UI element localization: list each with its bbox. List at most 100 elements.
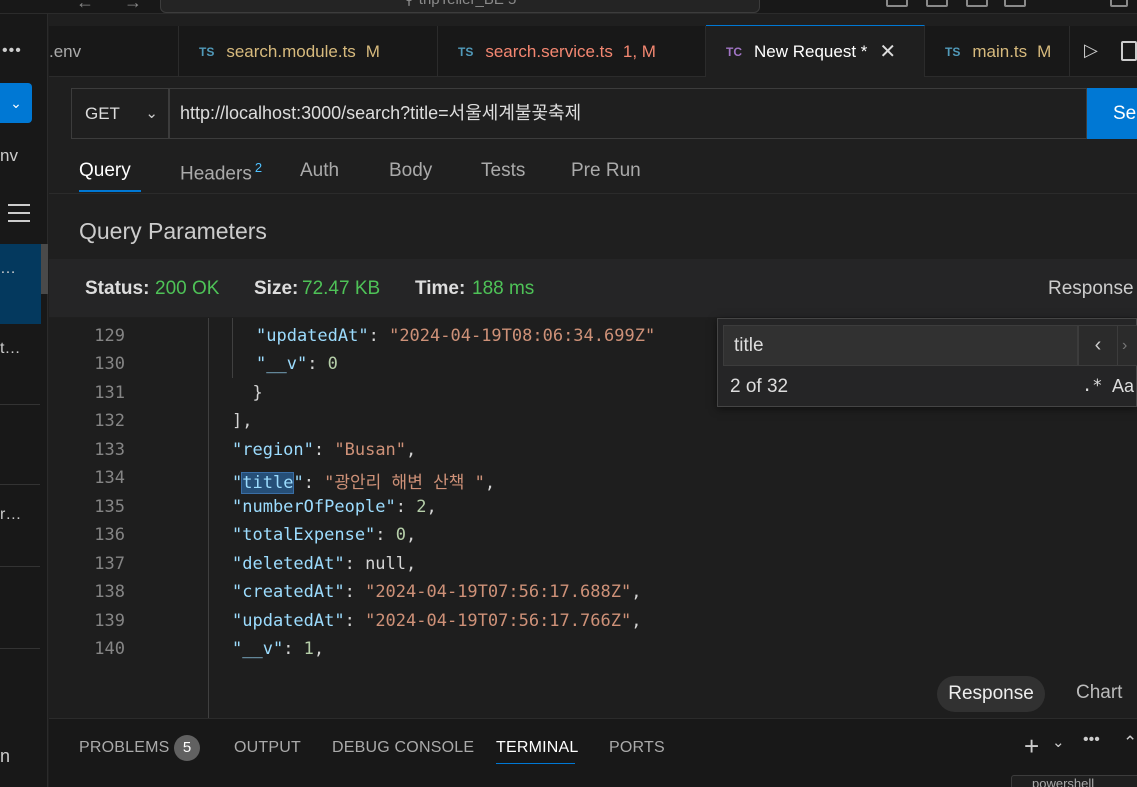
new-terminal-icon[interactable]: + [1024,731,1039,762]
tab-headers-label: Headers [180,163,252,185]
forward-arrow-icon[interactable]: → [124,0,142,13]
headers-count-badge: 2 [254,160,263,175]
tab-problems[interactable]: PROBLEMS [79,739,170,757]
line-content: "__v": 1, [232,639,325,659]
toggle-panel-icon[interactable] [926,0,948,7]
command-center[interactable]: ⚲ tripTeller_BE 5 [160,0,760,13]
code-line: 135 "numberOfPeople": 2, [49,497,1137,525]
typescript-icon: TS [199,44,215,59]
split-editor-icon[interactable] [1121,41,1137,61]
divider [0,484,40,485]
toggle-sidebar-icon[interactable] [886,0,908,7]
sidebar-env-label[interactable]: nv [0,146,18,166]
line-number: 134 [94,468,125,488]
response-menu-button[interactable]: Response [1048,278,1134,300]
customize-layout-icon[interactable] [1004,0,1026,7]
previous-match-button[interactable]: ‹ [1078,325,1118,366]
line-content: "updatedAt": "2024-04-19T08:06:34.699Z" [256,326,656,346]
divider [0,404,40,405]
code-line: 137 "deletedAt": null, [49,554,1137,582]
line-content: "createdAt": "2024-04-19T07:56:17.688Z", [232,582,642,602]
toggle-secondary-sidebar-icon[interactable] [966,0,988,7]
status-value: 200 OK [155,278,220,299]
match-case-toggle[interactable]: Aa [1112,376,1134,397]
maximize-panel-icon[interactable]: ⌃ [1123,733,1137,753]
regex-toggle[interactable]: .* [1082,376,1102,396]
status-label: Status: [85,278,150,299]
chevron-down-icon[interactable]: ⌄ [1052,733,1065,751]
tab-pre-run[interactable]: Pre Run [571,160,641,182]
tab-terminal[interactable]: TERMINAL [496,739,579,757]
tab-tests[interactable]: Tests [481,160,525,182]
sidebar-item-active[interactable]: … [0,244,41,324]
size-value: 72.47 KB [302,278,381,299]
sidebar-scrollbar[interactable] [41,244,48,294]
sidebar-item[interactable]: n [0,746,10,767]
search-match-highlight: title [241,472,295,494]
tab-label: New Request * [754,41,868,61]
modified-mark: M [365,41,380,61]
more-actions-icon[interactable]: ••• [2,42,22,60]
find-input[interactable]: title [723,325,1078,366]
line-content: "__v": 0 [256,354,338,374]
tab-output[interactable]: OUTPUT [234,739,301,757]
close-icon[interactable]: ✕ [879,39,896,64]
sidebar: ••• ⌄ nv … t… r… n [0,14,48,787]
time-label: Time: [415,278,466,299]
send-button[interactable]: Send [1087,88,1137,139]
line-content: "numberOfPeople": 2, [232,497,437,517]
tab-search-module[interactable]: TS search.module.ts M [179,26,438,77]
sidebar-dropdown-button[interactable]: ⌄ [0,83,32,123]
tab-new-request[interactable]: TC New Request * ✕ [706,25,925,77]
tab-env[interactable]: .env [49,26,179,77]
tab-headers[interactable]: Headers 2 [180,160,262,185]
active-tab-indicator [496,763,575,764]
code-line: 140 "__v": 1, [49,639,1137,667]
line-number: 140 [94,639,125,659]
problems-count-badge: 5 [174,735,200,761]
method-value: GET [85,104,120,123]
response-status-bar: Status: 200 OK Size: 72.47 KB Time: 188 … [49,259,1137,317]
request-url-bar: GET ⌄ http://localhost:3000/search?title… [71,88,1137,139]
line-number: 131 [94,383,125,403]
sidebar-item[interactable]: r… [0,506,21,524]
method-select[interactable]: GET ⌄ [71,88,169,139]
query-parameters-heading: Query Parameters [79,218,267,244]
code-line: 133 "region": "Busan", [49,440,1137,468]
tab-auth[interactable]: Auth [300,160,339,182]
title-bar: ← → ⚲ tripTeller_BE 5 [0,0,1137,14]
size-label: Size: [254,278,299,299]
tab-main[interactable]: TS main.ts M [925,26,1070,77]
menu-icon[interactable] [8,204,30,228]
request-tabs: Query Headers 2 Auth Body Tests Pre Run [49,150,1137,194]
chevron-down-icon: ⌄ [10,95,22,111]
line-number: 138 [94,582,125,602]
sidebar-item[interactable]: t… [0,340,20,358]
response-view-button[interactable]: Response [937,676,1045,712]
tab-debug-console[interactable]: DEBUG CONSOLE [332,739,474,757]
tab-search-service[interactable]: TS search.service.ts 1, M [438,26,706,77]
line-content: "updatedAt": "2024-04-19T07:56:17.766Z", [232,611,642,631]
bottom-panel: PROBLEMS 5 OUTPUT DEBUG CONSOLE TERMINAL… [49,718,1137,787]
terminal-instance[interactable]: powershell [1011,775,1137,787]
match-count: 2 of 32 [730,376,789,397]
back-arrow-icon[interactable]: ← [76,0,94,13]
code-line: 132], [49,411,1137,439]
view-toggle: Response Chart [937,676,1137,712]
more-actions-icon[interactable]: ••• [1083,731,1100,749]
time-value: 188 ms [472,278,535,299]
active-tab-indicator [79,190,141,192]
run-icon[interactable]: ▷ [1084,40,1098,61]
tab-body[interactable]: Body [389,160,432,182]
tab-ports[interactable]: PORTS [609,739,665,757]
minimize-icon[interactable] [1110,0,1128,7]
find-widget: title ‹ › 2 of 32 .* Aa [717,318,1137,407]
line-number: 133 [94,440,125,460]
code-line: 138 "createdAt": "2024-04-19T07:56:17.688… [49,582,1137,610]
next-match-button[interactable]: › [1118,325,1137,366]
line-content: "region": "Busan", [232,440,417,460]
tab-query[interactable]: Query [79,160,131,182]
chart-view-button[interactable]: Chart [1076,682,1122,704]
line-content: "totalExpense": 0, [232,525,417,545]
url-input[interactable]: http://localhost:3000/search?title=서울세계불… [169,88,1087,139]
